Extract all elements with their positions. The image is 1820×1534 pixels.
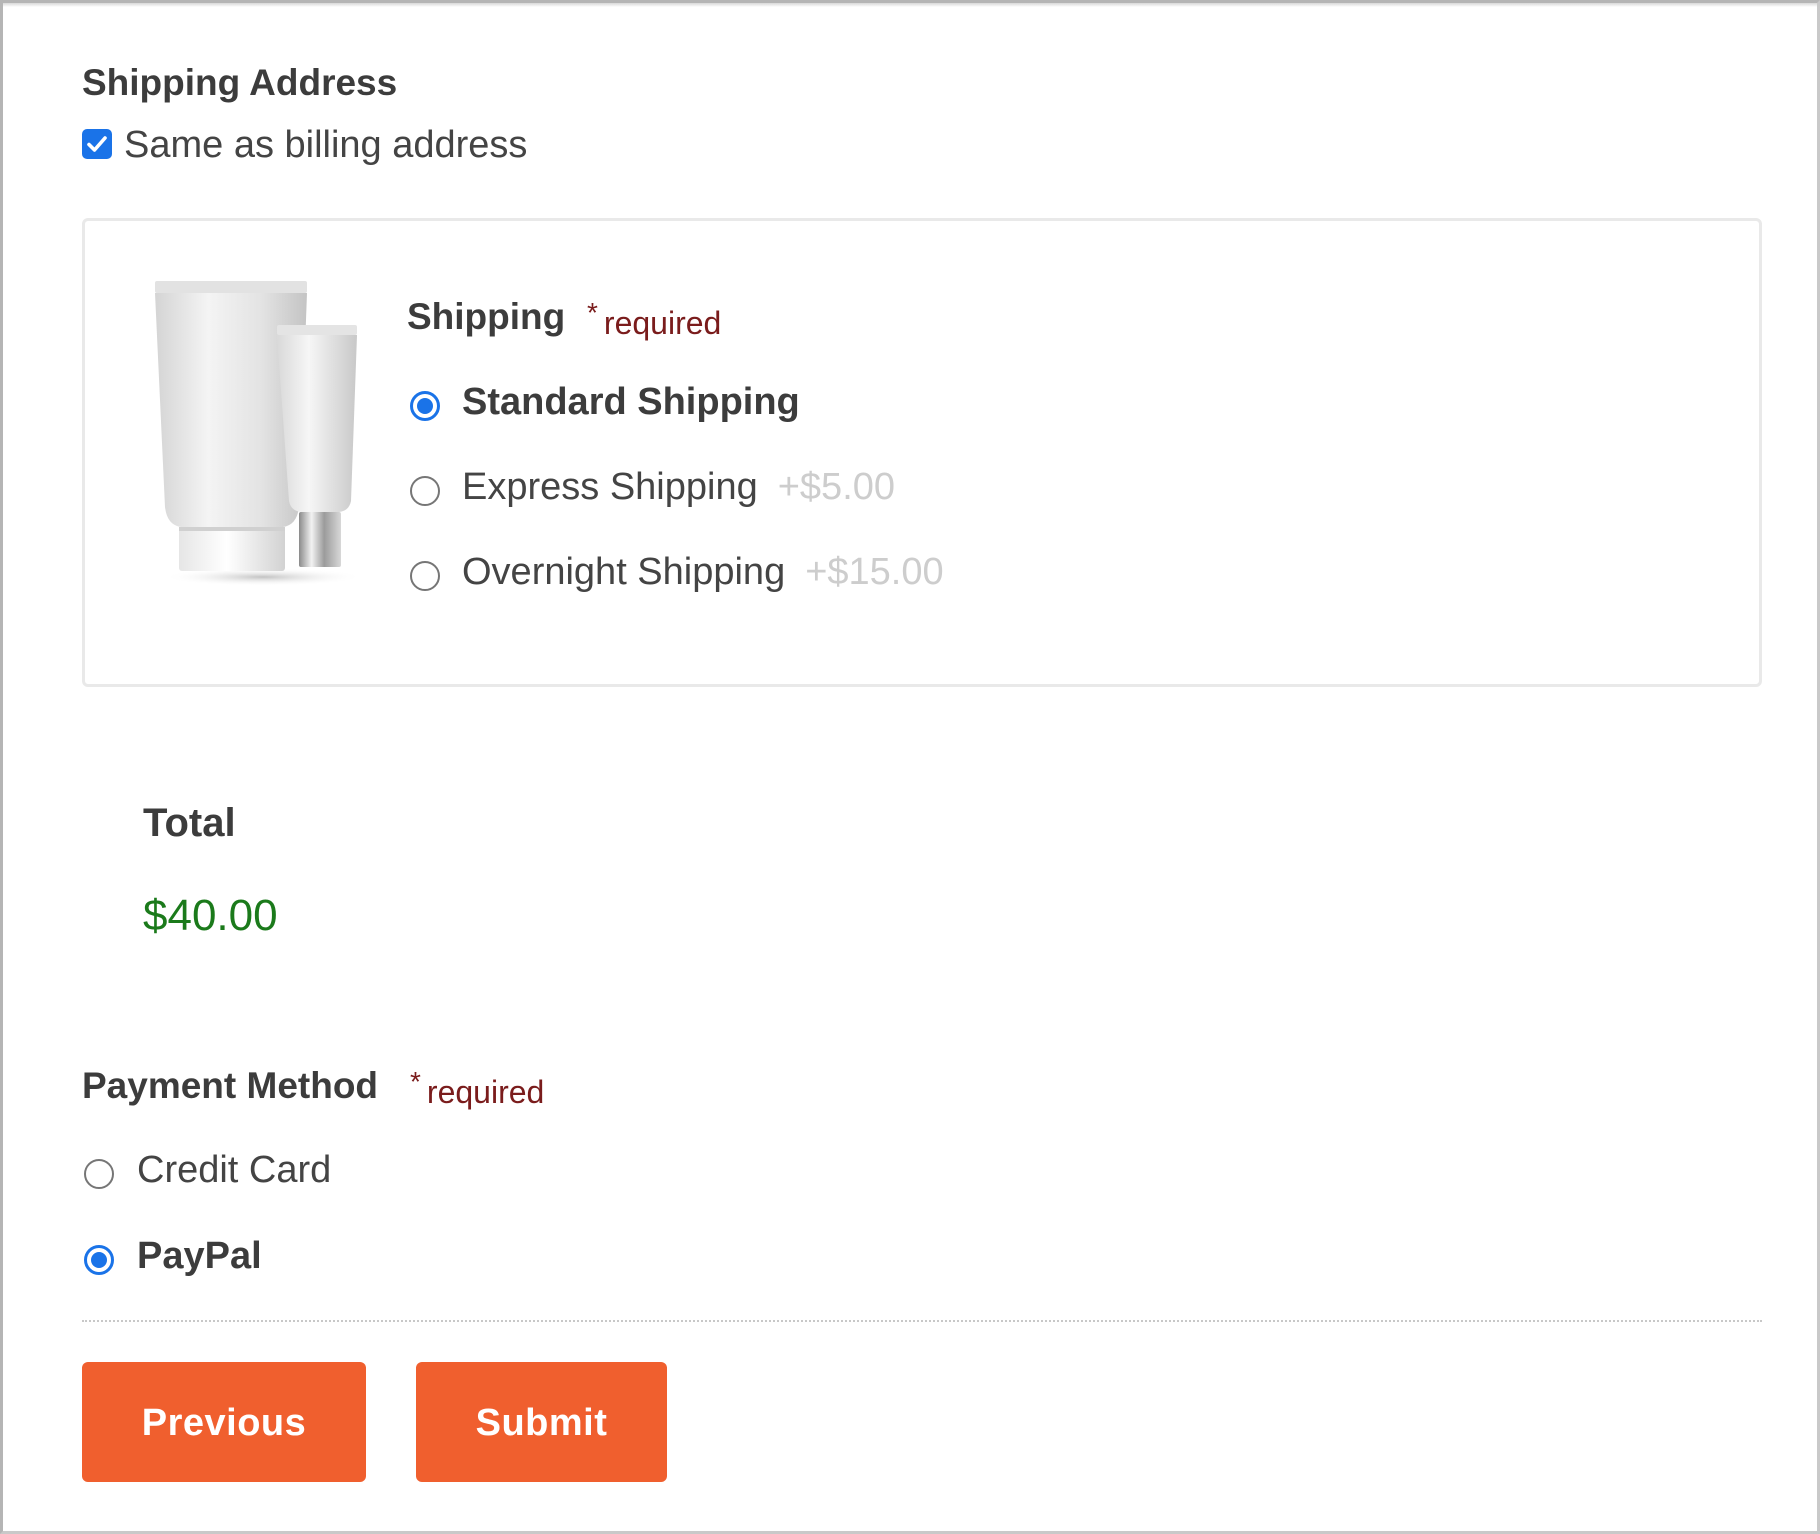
cosmetic-tubes-image	[155, 281, 363, 586]
shipping-required-indicator: * required	[587, 297, 721, 342]
express-shipping-option[interactable]: Express Shipping +$5.00	[462, 466, 895, 509]
shipping-title: Shipping	[407, 296, 566, 337]
standard-shipping-option[interactable]: Standard Shipping	[462, 381, 800, 424]
express-shipping-price: +$5.00	[777, 466, 896, 508]
express-shipping-radio[interactable]	[410, 476, 440, 506]
same-as-billing-checkbox[interactable]	[82, 129, 112, 159]
total-value: $40.00	[143, 891, 278, 940]
payment-required-indicator: * required	[410, 1066, 544, 1111]
overnight-shipping-radio[interactable]	[410, 561, 440, 591]
shipping-address-title: Shipping Address	[82, 62, 398, 103]
checkmark-icon	[87, 136, 107, 152]
paypal-option[interactable]: PayPal	[137, 1235, 262, 1278]
previous-button[interactable]: Previous	[82, 1362, 366, 1482]
form-container: Shipping Address Same as billing address	[0, 0, 1820, 1534]
overnight-shipping-label: Overnight Shipping	[462, 551, 786, 593]
credit-card-label: Credit Card	[137, 1149, 332, 1191]
form-divider	[82, 1320, 1762, 1322]
payment-method-title: Payment Method	[82, 1065, 379, 1106]
overnight-shipping-option[interactable]: Overnight Shipping +$15.00	[462, 551, 944, 594]
required-star: *	[587, 297, 598, 328]
credit-card-radio[interactable]	[84, 1159, 114, 1189]
required-star: *	[410, 1066, 421, 1097]
paypal-label: PayPal	[137, 1235, 262, 1277]
required-text: required	[603, 305, 722, 341]
overnight-shipping-price: +$15.00	[805, 551, 944, 593]
required-text: required	[426, 1074, 545, 1110]
paypal-radio[interactable]	[84, 1245, 114, 1275]
standard-shipping-label: Standard Shipping	[462, 381, 800, 423]
submit-button[interactable]: Submit	[416, 1362, 667, 1482]
same-as-billing-label[interactable]: Same as billing address	[124, 124, 527, 167]
total-label: Total	[143, 801, 236, 845]
credit-card-option[interactable]: Credit Card	[137, 1149, 331, 1192]
express-shipping-label: Express Shipping	[462, 466, 758, 508]
standard-shipping-radio[interactable]	[410, 391, 440, 421]
